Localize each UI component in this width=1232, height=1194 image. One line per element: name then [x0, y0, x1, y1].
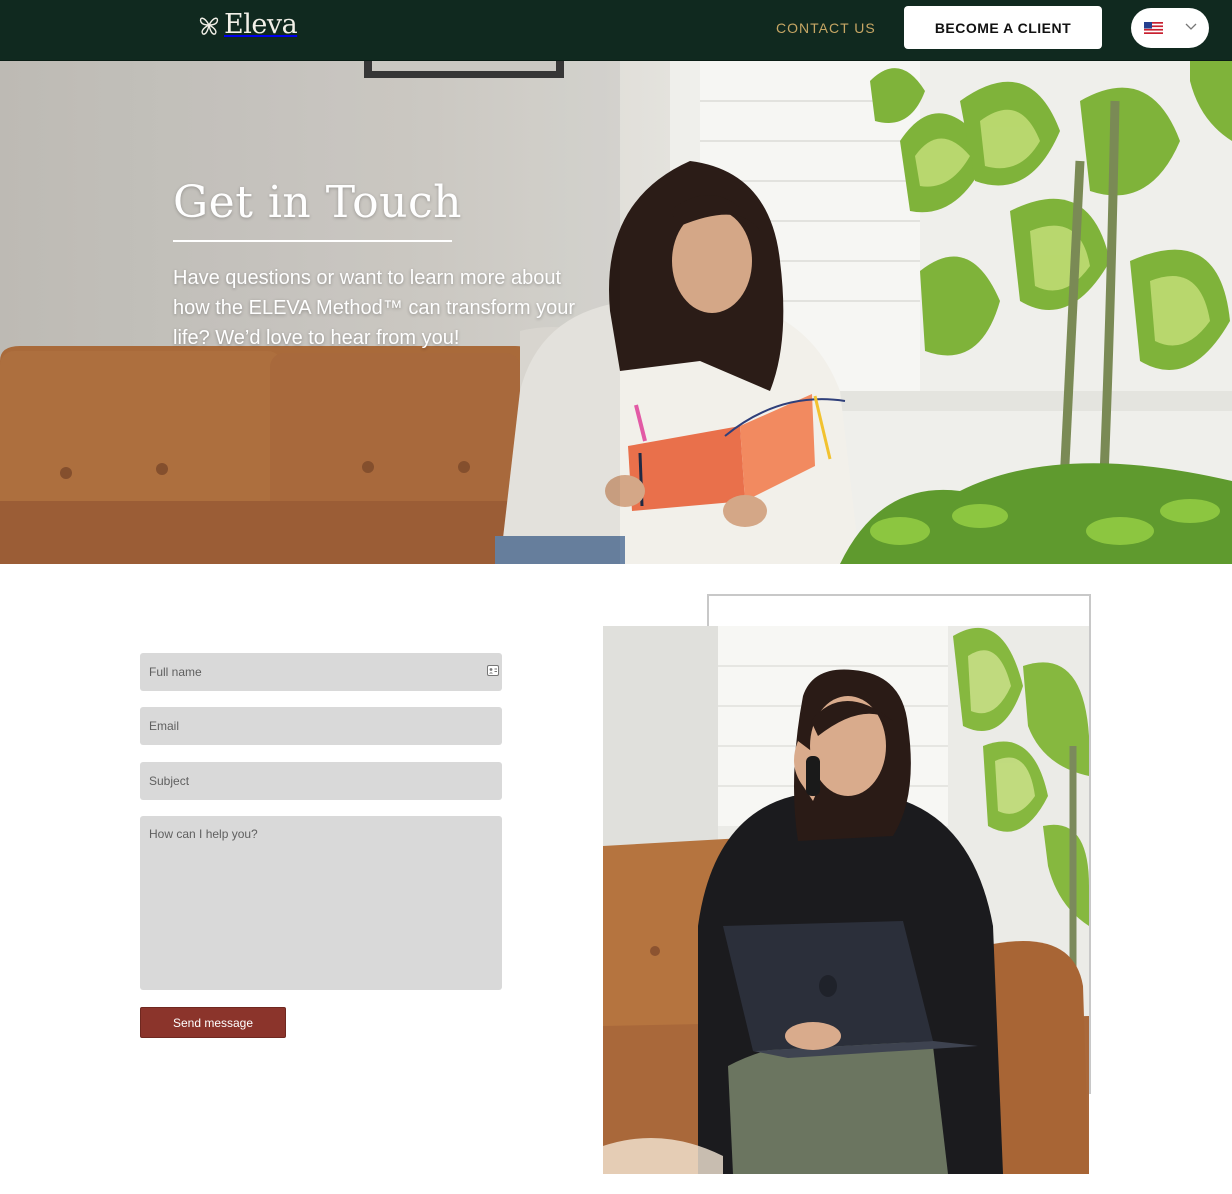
subject-input[interactable]: [140, 762, 502, 800]
hero-banner: Get in Touch Have questions or want to l…: [0, 61, 1232, 564]
contact-us-link[interactable]: CONTACT US: [776, 20, 876, 36]
become-client-button[interactable]: BECOME A CLIENT: [904, 6, 1102, 49]
chevron-down-icon: [1185, 23, 1197, 30]
contact-card-icon: [487, 665, 499, 676]
page-title: Get in Touch: [173, 177, 462, 228]
us-flag-icon: [1144, 22, 1163, 34]
message-textarea[interactable]: [140, 816, 502, 990]
site-header: Eleva CONTACT US BECOME A CLIENT: [0, 0, 1232, 61]
brand-logo[interactable]: Eleva: [198, 9, 298, 40]
send-message-button[interactable]: Send message: [140, 1007, 286, 1038]
full-name-input[interactable]: [140, 653, 502, 691]
butterfly-icon: [199, 17, 219, 35]
email-input[interactable]: [140, 707, 502, 745]
hero-description: Have questions or want to learn more abo…: [173, 267, 576, 349]
portrait-photo: [603, 626, 1089, 1174]
title-divider: [173, 240, 452, 242]
brand-name: Eleva: [224, 9, 298, 40]
language-selector[interactable]: [1131, 8, 1209, 48]
